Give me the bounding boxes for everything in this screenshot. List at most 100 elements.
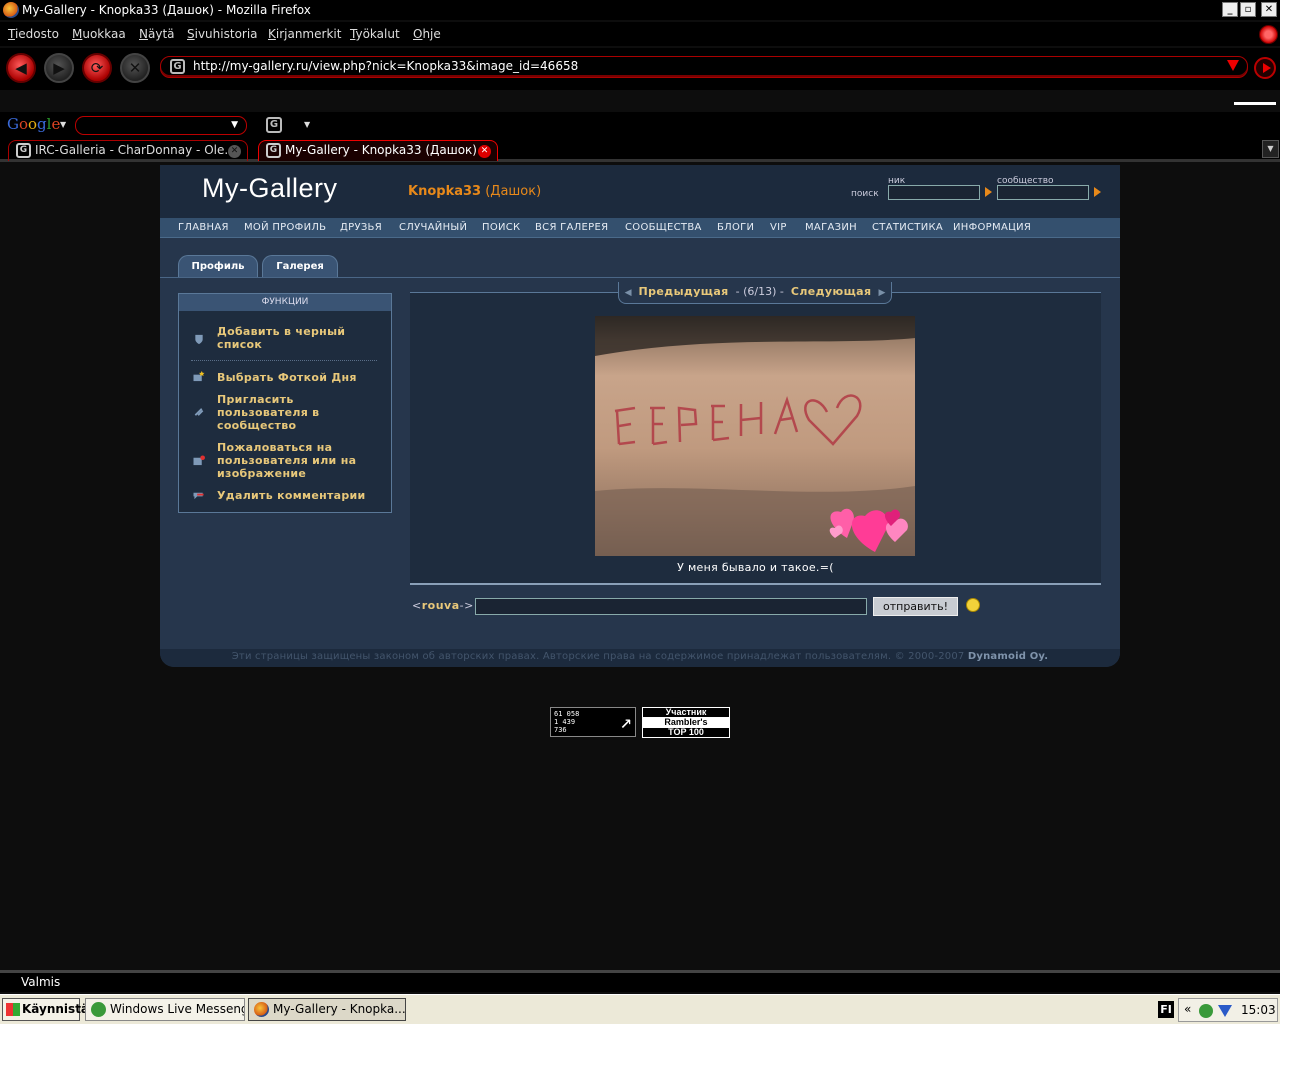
system-tray: « 15:03 xyxy=(1178,998,1278,1022)
google-toolbar: Google ▼ ▼ G ▼ xyxy=(0,112,1280,138)
smiley-icon[interactable] xyxy=(966,598,980,612)
language-indicator[interactable]: FI xyxy=(1158,1001,1174,1018)
nav-communities[interactable]: СООБЩЕСТВА xyxy=(625,222,702,233)
url-dropdown-icon[interactable] xyxy=(1227,60,1239,71)
tab-close-icon[interactable]: ✕ xyxy=(228,145,241,158)
stop-button[interactable]: ✕ xyxy=(120,53,150,83)
comment-input[interactable] xyxy=(475,598,867,615)
menu-bookmarks[interactable]: Kirjanmerkit xyxy=(268,27,341,41)
search-label: поиск xyxy=(851,189,879,199)
taskbar-firefox[interactable]: My-Gallery - Knopka... xyxy=(248,998,406,1021)
delete-comments-link[interactable]: Удалить комментарии xyxy=(217,489,387,502)
menu-bar: Tiedosto Muokkaa Näytä Sivuhistoria Kirj… xyxy=(0,22,1280,46)
url-bar[interactable]: G http://my-gallery.ru/view.php?nick=Kno… xyxy=(160,56,1248,78)
tab-list-icon[interactable]: ▼ xyxy=(1262,140,1279,158)
google-logo[interactable]: Google xyxy=(7,115,60,133)
tab-strip: G IRC-Galleria - CharDonnay - Ole... ✕ G… xyxy=(0,138,1280,162)
site-logo[interactable]: My-Gallery xyxy=(202,173,338,204)
functions-panel: ФУНКЦИИ Добавить в черный список Выбрать… xyxy=(178,293,392,513)
copyright-text: Эти страницы защищены законом об авторск… xyxy=(231,651,965,662)
nav-search[interactable]: ПОИСК xyxy=(482,222,520,233)
nick-search-go-icon[interactable] xyxy=(985,187,992,197)
status-bar: Valmis xyxy=(0,973,1280,992)
nick-search-input[interactable] xyxy=(888,185,980,200)
invite-icon xyxy=(194,408,204,416)
report-link[interactable]: Пожаловаться на пользователя или на изоб… xyxy=(217,441,377,480)
menu-help[interactable]: Ohje xyxy=(413,27,441,41)
copyright-owner-link[interactable]: Dynamoid Oy. xyxy=(968,651,1048,662)
tab-my-gallery[interactable]: G My-Gallery - Knopka33 (Дашок) ✕ xyxy=(258,140,498,161)
community-search-go-icon[interactable] xyxy=(1094,187,1101,197)
messenger-icon xyxy=(91,1002,106,1017)
menu-view[interactable]: Näytä xyxy=(139,27,175,41)
nav-shop[interactable]: МАГАЗИН xyxy=(805,222,857,233)
functions-title: ФУНКЦИИ xyxy=(179,294,391,311)
community-search-input[interactable] xyxy=(997,185,1089,200)
close-window-button[interactable]: ✕ xyxy=(1261,2,1277,17)
reload-button[interactable]: ⟳ xyxy=(82,53,112,83)
page-content: My-Gallery Knopka33 (Дашок) ник сообщест… xyxy=(0,165,1280,970)
taskbar: Käynnistä Windows Live Messenger My-Gall… xyxy=(0,994,1280,1024)
nav-all-gallery[interactable]: ВСЯ ГАЛЕРЕЯ xyxy=(535,222,608,233)
nav-vip[interactable]: VIP xyxy=(770,222,787,233)
site-nav: ГЛАВНАЯ МОЙ ПРОФИЛЬ ДРУЗЬЯ СЛУЧАЙНЫЙ ПОИ… xyxy=(160,218,1120,238)
menu-tools[interactable]: Työkalut xyxy=(350,27,400,41)
photo-image xyxy=(595,316,915,556)
tab-underline xyxy=(160,277,1120,278)
nav-random[interactable]: СЛУЧАЙНЫЙ xyxy=(399,222,467,233)
image-pager: ◀ Предыдущая - (6/13) - Следующая ▶ xyxy=(618,282,892,304)
invite-to-community-link[interactable]: Пригласить пользователя в сообщество xyxy=(217,393,377,432)
prev-arrow-icon[interactable]: ◀ xyxy=(625,288,632,298)
messenger-tray-icon[interactable] xyxy=(1199,1004,1213,1018)
nav-friends[interactable]: ДРУЗЬЯ xyxy=(340,222,382,233)
next-arrow-icon[interactable]: ▶ xyxy=(878,288,885,298)
menu-file[interactable]: Tiedosto xyxy=(8,27,59,41)
site-header: My-Gallery Knopka33 (Дашок) ник сообщест… xyxy=(160,165,1120,218)
google-menu-arrow-icon[interactable]: ▼ xyxy=(60,120,66,129)
send-comment-button[interactable]: отправить! xyxy=(873,597,958,616)
tab-close-icon[interactable]: ✕ xyxy=(478,145,491,158)
functions-divider xyxy=(191,360,377,361)
tab-label: IRC-Galleria - CharDonnay - Ole... xyxy=(35,143,236,157)
taskbar-messenger[interactable]: Windows Live Messenger xyxy=(85,998,245,1021)
gallery-photo[interactable] xyxy=(595,316,915,556)
google-search-input[interactable]: ▼ xyxy=(75,116,247,135)
tab-irc-galleria[interactable]: G IRC-Galleria - CharDonnay - Ole... ✕ xyxy=(8,140,248,161)
go-button[interactable] xyxy=(1254,57,1276,79)
start-button[interactable]: Käynnistä xyxy=(2,998,89,1021)
menu-edit[interactable]: Muokkaa xyxy=(72,27,126,41)
window-title: My-Gallery - Knopka33 (Дашок) - Mozilla … xyxy=(22,3,311,17)
add-to-blacklist-link[interactable]: Добавить в черный список xyxy=(217,325,377,351)
menu-history[interactable]: Sivuhistoria xyxy=(187,27,258,41)
url-text[interactable]: http://my-gallery.ru/view.php?nick=Knopk… xyxy=(193,59,578,73)
throbber-icon xyxy=(1259,25,1278,44)
firefox-icon xyxy=(254,1002,269,1017)
search-dropdown-icon[interactable]: ▼ xyxy=(231,120,238,130)
next-link[interactable]: Следующая xyxy=(791,285,872,298)
site-footer: Эти страницы защищены законом об авторск… xyxy=(160,649,1120,667)
nav-home[interactable]: ГЛАВНАЯ xyxy=(178,222,229,233)
google-g-icon[interactable]: G xyxy=(266,117,282,133)
network-tray-icon[interactable] xyxy=(1218,1005,1232,1017)
nav-my-profile[interactable]: МОЙ ПРОФИЛЬ xyxy=(244,222,326,233)
maximize-button[interactable]: ▫ xyxy=(1240,2,1256,17)
tab-label: My-Gallery - Knopka33 (Дашок) xyxy=(285,143,477,157)
google-g-dropdown-icon[interactable]: ▼ xyxy=(304,120,310,129)
tab-gallery[interactable]: Галерея xyxy=(262,255,338,278)
viewer-divider xyxy=(410,583,1101,585)
rambler-top100-badge[interactable]: Участник Rambler's TOP 100 xyxy=(642,707,730,738)
tab-profile[interactable]: Профиль xyxy=(178,255,258,278)
nav-statistics[interactable]: СТАТИСТИКА xyxy=(872,222,943,233)
status-text: Valmis xyxy=(21,975,61,989)
image-counter: - (6/13) - xyxy=(735,285,784,298)
nav-blogs[interactable]: БЛОГИ xyxy=(717,222,754,233)
prev-link[interactable]: Предыдущая xyxy=(639,285,729,298)
back-button[interactable]: ◀ xyxy=(6,53,36,83)
tab-favicon-icon: G xyxy=(16,143,31,158)
choose-photo-of-day-link[interactable]: Выбрать Фоткой Дня xyxy=(217,371,377,384)
show-hidden-icons-button[interactable]: « xyxy=(1184,1002,1191,1016)
forward-button[interactable]: ▶ xyxy=(44,53,74,83)
hit-counter[interactable]: 61 058 1 439 736 ↗ xyxy=(550,707,636,737)
nav-info[interactable]: ИНФОРМАЦИЯ xyxy=(953,222,1031,233)
minimize-button[interactable]: _ xyxy=(1222,2,1238,17)
